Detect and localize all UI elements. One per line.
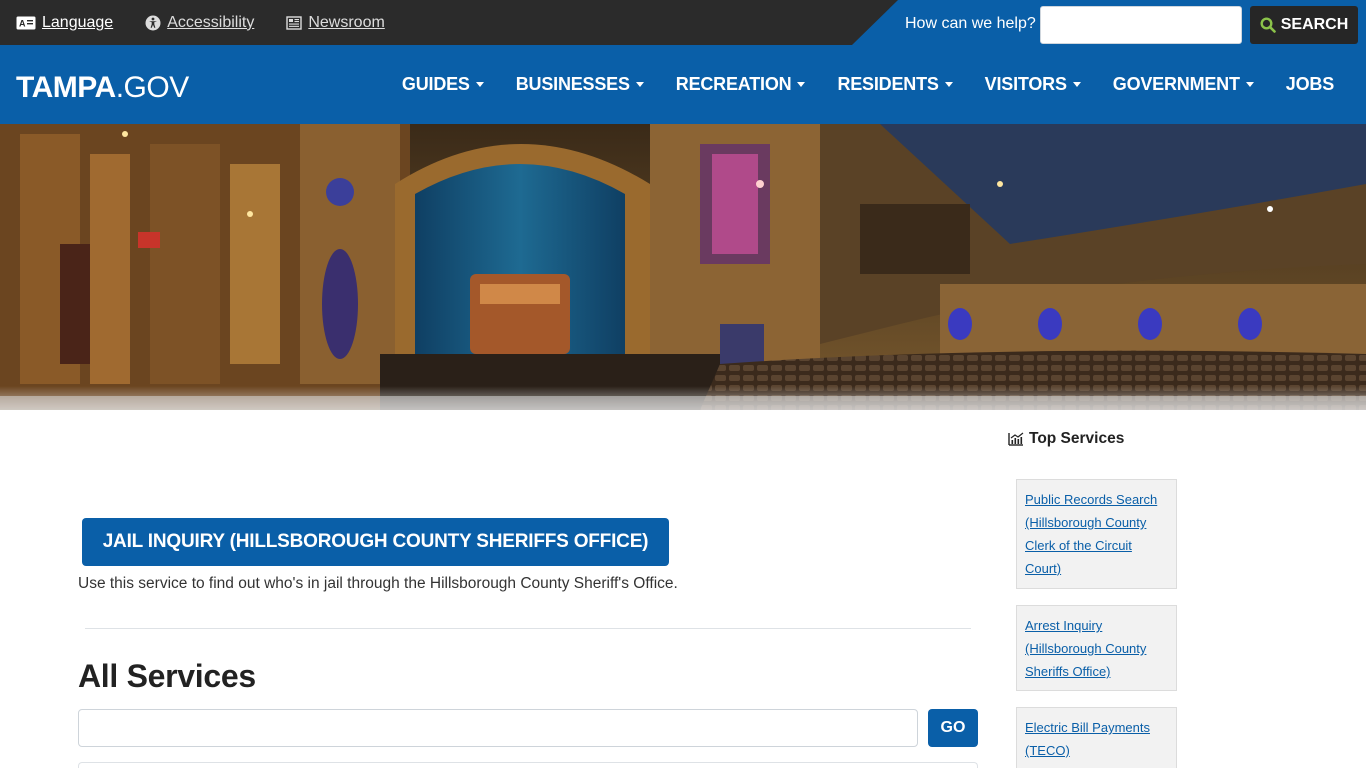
nav-item-recreation[interactable]: RECREATION	[676, 74, 806, 95]
language-link[interactable]: A Language	[16, 14, 113, 32]
nav-item-jobs[interactable]: JOBS	[1286, 74, 1334, 95]
nav-item-government[interactable]: GOVERNMENT	[1113, 74, 1254, 95]
language-icon: A	[16, 16, 36, 29]
caret-down-icon	[1072, 82, 1081, 87]
top-services-heading: Top Services	[1008, 430, 1124, 448]
nav-item-guides[interactable]: GUIDES	[402, 74, 484, 95]
newsroom-link[interactable]: Newsroom	[286, 13, 385, 32]
top-service-card: Electric Bill Payments (TECO)	[1016, 707, 1177, 768]
content-divider	[85, 628, 971, 629]
nav-item-residents[interactable]: RESIDENTS	[837, 74, 953, 95]
top-service-card: Arrest Inquiry (Hillsborough County Sher…	[1016, 605, 1177, 691]
site-search-input[interactable]	[1040, 6, 1242, 44]
service-link-arrest-inquiry[interactable]: Arrest Inquiry (Hillsborough County Sher…	[1025, 614, 1168, 683]
nav-label: BUSINESSES	[515, 74, 630, 94]
services-search-input[interactable]	[78, 709, 918, 747]
language-label: Language	[42, 13, 114, 31]
nav-item-visitors[interactable]: VISITORS	[985, 74, 1081, 95]
top-service-card: Public Records Search (Hillsborough Coun…	[1016, 479, 1177, 589]
caret-down-icon	[1245, 82, 1254, 87]
utility-links: A Language Accessibility Newsroom	[16, 0, 385, 45]
search-icon	[1260, 17, 1276, 33]
main-nav: TAMPA.GOV GUIDES BUSINESSES RECREATION R…	[0, 45, 1366, 124]
logo-bold: TAMPA	[16, 71, 116, 104]
nav-label: VISITORS	[984, 74, 1067, 94]
service-link-public-records[interactable]: Public Records Search (Hillsborough Coun…	[1025, 488, 1168, 580]
help-label: How can we help?	[905, 15, 1036, 32]
site-logo[interactable]: TAMPA.GOV	[16, 45, 189, 124]
newsroom-label: Newsroom	[308, 13, 385, 31]
jail-inquiry-description: Use this service to find out who's in ja…	[78, 575, 678, 592]
caret-down-icon	[475, 82, 484, 87]
caret-down-icon	[635, 82, 644, 87]
logo-thin: .GOV	[115, 71, 190, 104]
nav-item-businesses[interactable]: BUSINESSES	[516, 74, 644, 95]
caret-down-icon	[797, 82, 806, 87]
top-services-label: Top Services	[1029, 430, 1125, 447]
search-button[interactable]: SEARCH	[1250, 6, 1358, 44]
services-list	[78, 762, 978, 768]
jail-inquiry-button[interactable]: JAIL INQUIRY (HILLSBOROUGH COUNTY SHERIF…	[82, 518, 669, 566]
accessibility-icon	[145, 15, 161, 30]
nav-menu: GUIDES BUSINESSES RECREATION RESIDENTS V…	[402, 45, 1334, 124]
nav-label: JOBS	[1285, 74, 1334, 94]
search-button-label: SEARCH	[1280, 16, 1349, 33]
chart-icon	[1008, 432, 1024, 446]
accessibility-label: Accessibility	[167, 13, 255, 31]
accessibility-link[interactable]: Accessibility	[145, 14, 254, 32]
all-services-heading: All Services	[78, 658, 256, 694]
svg-text:A: A	[19, 18, 26, 28]
nav-label: GUIDES	[401, 74, 470, 94]
nav-label: RESIDENTS	[837, 74, 939, 94]
newspaper-icon	[286, 15, 303, 30]
caret-down-icon	[944, 82, 953, 87]
utility-bar: A Language Accessibility Newsroom How ca…	[0, 0, 1366, 45]
nav-label: RECREATION	[675, 74, 792, 94]
hero-banner-image	[0, 124, 1366, 410]
go-button[interactable]: GO	[928, 709, 978, 747]
service-link-electric-bill[interactable]: Electric Bill Payments (TECO)	[1025, 716, 1168, 762]
nav-label: GOVERNMENT	[1112, 74, 1240, 94]
